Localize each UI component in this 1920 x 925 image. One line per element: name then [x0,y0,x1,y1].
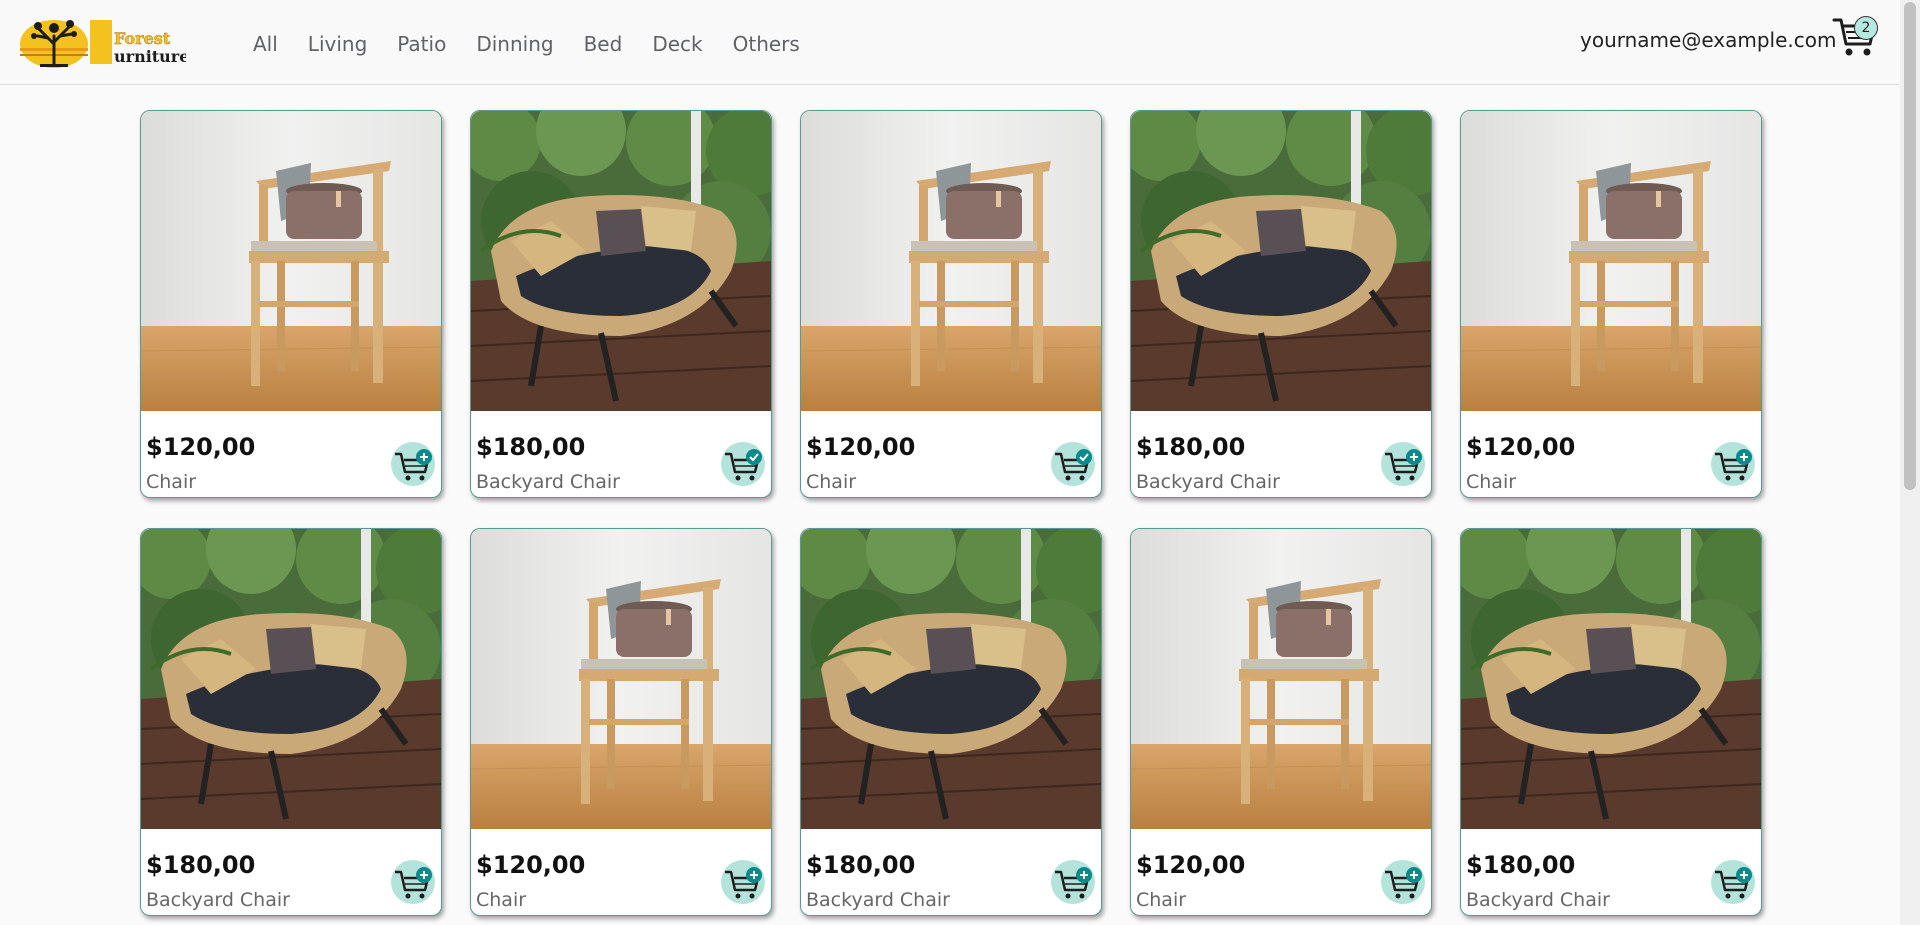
product-card[interactable]: $120,00 Chair [470,528,772,916]
add-to-cart-button[interactable] [391,442,435,486]
product-image[interactable] [1461,529,1761,829]
add-to-cart-button[interactable] [1711,442,1755,486]
product-card[interactable]: $180,00 Backyard Chair [1130,110,1432,498]
logo-text-top: Forest [114,29,171,48]
forest-furniture-logo[interactable]: Forest urniture [18,14,189,70]
nav-link-bed[interactable]: Bed [569,24,638,64]
logo-text-bottom: urniture [114,47,186,66]
product-image[interactable] [141,111,441,411]
product-image[interactable] [471,111,771,411]
cart-plus-icon [1715,867,1752,899]
add-to-cart-button[interactable] [721,860,765,904]
in-cart-button[interactable] [721,442,765,486]
product-card[interactable]: $180,00 Backyard Chair [800,528,1102,916]
product-card[interactable]: $120,00 Chair [140,110,442,498]
cart-plus-icon [395,867,432,899]
product-price: $180,00 [1136,433,1246,461]
nav-link-all[interactable]: All [238,24,293,64]
cart-plus-icon [725,867,762,899]
cart-check-icon [1055,449,1092,481]
product-name: Backyard Chair [1136,471,1280,493]
cart-button[interactable]: 2 [1832,14,1878,58]
product-image[interactable] [471,529,771,829]
product-name: Chair [146,471,197,493]
product-name: Backyard Chair [1466,889,1610,911]
nav-link-dinning[interactable]: Dinning [461,24,568,64]
cart-plus-icon [395,449,432,481]
user-email[interactable]: yourname@example.com [1580,28,1837,52]
product-name: Chair [476,889,527,911]
product-image[interactable] [1461,111,1761,411]
product-image[interactable] [1131,111,1431,411]
cart-count-badge: 2 [1854,16,1878,40]
cart-check-icon [725,449,762,481]
product-price: $120,00 [806,433,916,461]
product-card[interactable]: $120,00 Chair [1130,528,1432,916]
category-nav: All Living Patio Dinning Bed Deck Others [238,24,815,64]
nav-link-deck[interactable]: Deck [637,24,717,64]
product-name: Backyard Chair [146,889,290,911]
product-image[interactable] [801,529,1101,829]
product-name: Backyard Chair [476,471,620,493]
cart-plus-icon [1385,867,1422,899]
product-card[interactable]: $180,00 Backyard Chair [470,110,772,498]
nav-link-living[interactable]: Living [293,24,382,64]
top-navbar: Forest urniture All Living Patio Dinning… [0,0,1899,85]
product-name: Chair [1136,889,1187,911]
product-price: $120,00 [1466,433,1576,461]
add-to-cart-button[interactable] [1381,442,1425,486]
product-price: $180,00 [806,851,916,879]
product-price: $120,00 [1136,851,1246,879]
product-price: $180,00 [476,433,586,461]
product-card[interactable]: $120,00 Chair [800,110,1102,498]
product-card[interactable]: $180,00 Backyard Chair [140,528,442,916]
product-image[interactable] [1131,529,1431,829]
cart-plus-icon [1715,449,1752,481]
add-to-cart-button[interactable] [1051,860,1095,904]
add-to-cart-button[interactable] [391,860,435,904]
nav-link-patio[interactable]: Patio [382,24,461,64]
product-card[interactable]: $120,00 Chair [1460,110,1762,498]
product-name: Chair [806,471,857,493]
cart-plus-icon [1385,449,1422,481]
product-name: Backyard Chair [806,889,950,911]
cart-plus-icon [1055,867,1092,899]
product-card[interactable]: $180,00 Backyard Chair [1460,528,1762,916]
product-image[interactable] [801,111,1101,411]
page-scrollbar[interactable] [1900,0,1920,925]
add-to-cart-button[interactable] [1381,860,1425,904]
product-name: Chair [1466,471,1517,493]
product-price: $180,00 [146,851,256,879]
product-price: $120,00 [146,433,256,461]
nav-link-others[interactable]: Others [718,24,815,64]
product-price: $180,00 [1466,851,1576,879]
add-to-cart-button[interactable] [1711,860,1755,904]
product-image[interactable] [141,529,441,829]
product-price: $120,00 [476,851,586,879]
in-cart-button[interactable] [1051,442,1095,486]
scrollbar-thumb[interactable] [1904,2,1916,490]
